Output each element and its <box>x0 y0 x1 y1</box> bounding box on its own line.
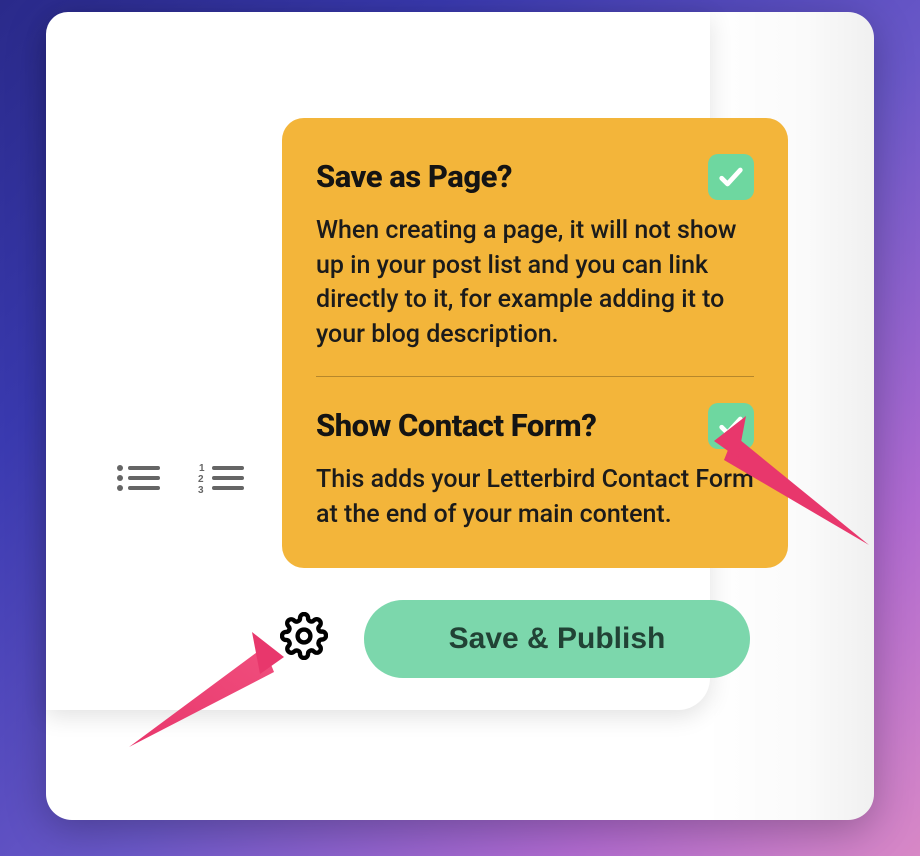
toolbar: 1 2 3 <box>114 458 246 498</box>
save-as-page-toggle[interactable] <box>708 154 754 200</box>
settings-gear-button[interactable] <box>280 612 328 660</box>
show-contact-form-section: Show Contact Form? This adds your Letter… <box>316 403 754 532</box>
gear-icon <box>280 612 328 660</box>
editor-card: 1 2 3 Save as Page? <box>46 12 874 820</box>
svg-text:1: 1 <box>199 463 205 474</box>
checkmark-icon <box>717 412 745 440</box>
save-as-page-description: When creating a page, it will not show u… <box>316 214 754 352</box>
settings-popover: Save as Page? When creating a page, it w… <box>282 118 788 568</box>
editor-panel: 1 2 3 Save as Page? <box>46 12 710 710</box>
save-and-publish-button[interactable]: Save & Publish <box>364 600 750 678</box>
save-as-page-title: Save as Page? <box>316 159 512 195</box>
svg-text:2: 2 <box>198 474 204 485</box>
checkmark-icon <box>717 163 745 191</box>
show-contact-form-title: Show Contact Form? <box>316 408 596 444</box>
numbered-list-icon[interactable]: 1 2 3 <box>198 458 246 498</box>
bulleted-list-icon[interactable] <box>114 458 162 498</box>
show-contact-form-toggle[interactable] <box>708 403 754 449</box>
publish-button-label: Save & Publish <box>449 622 666 656</box>
popover-divider <box>316 376 754 377</box>
save-as-page-section: Save as Page? When creating a page, it w… <box>316 154 754 352</box>
show-contact-form-description: This adds your Letterbird Contact Form a… <box>316 463 754 532</box>
svg-text:3: 3 <box>198 485 204 496</box>
